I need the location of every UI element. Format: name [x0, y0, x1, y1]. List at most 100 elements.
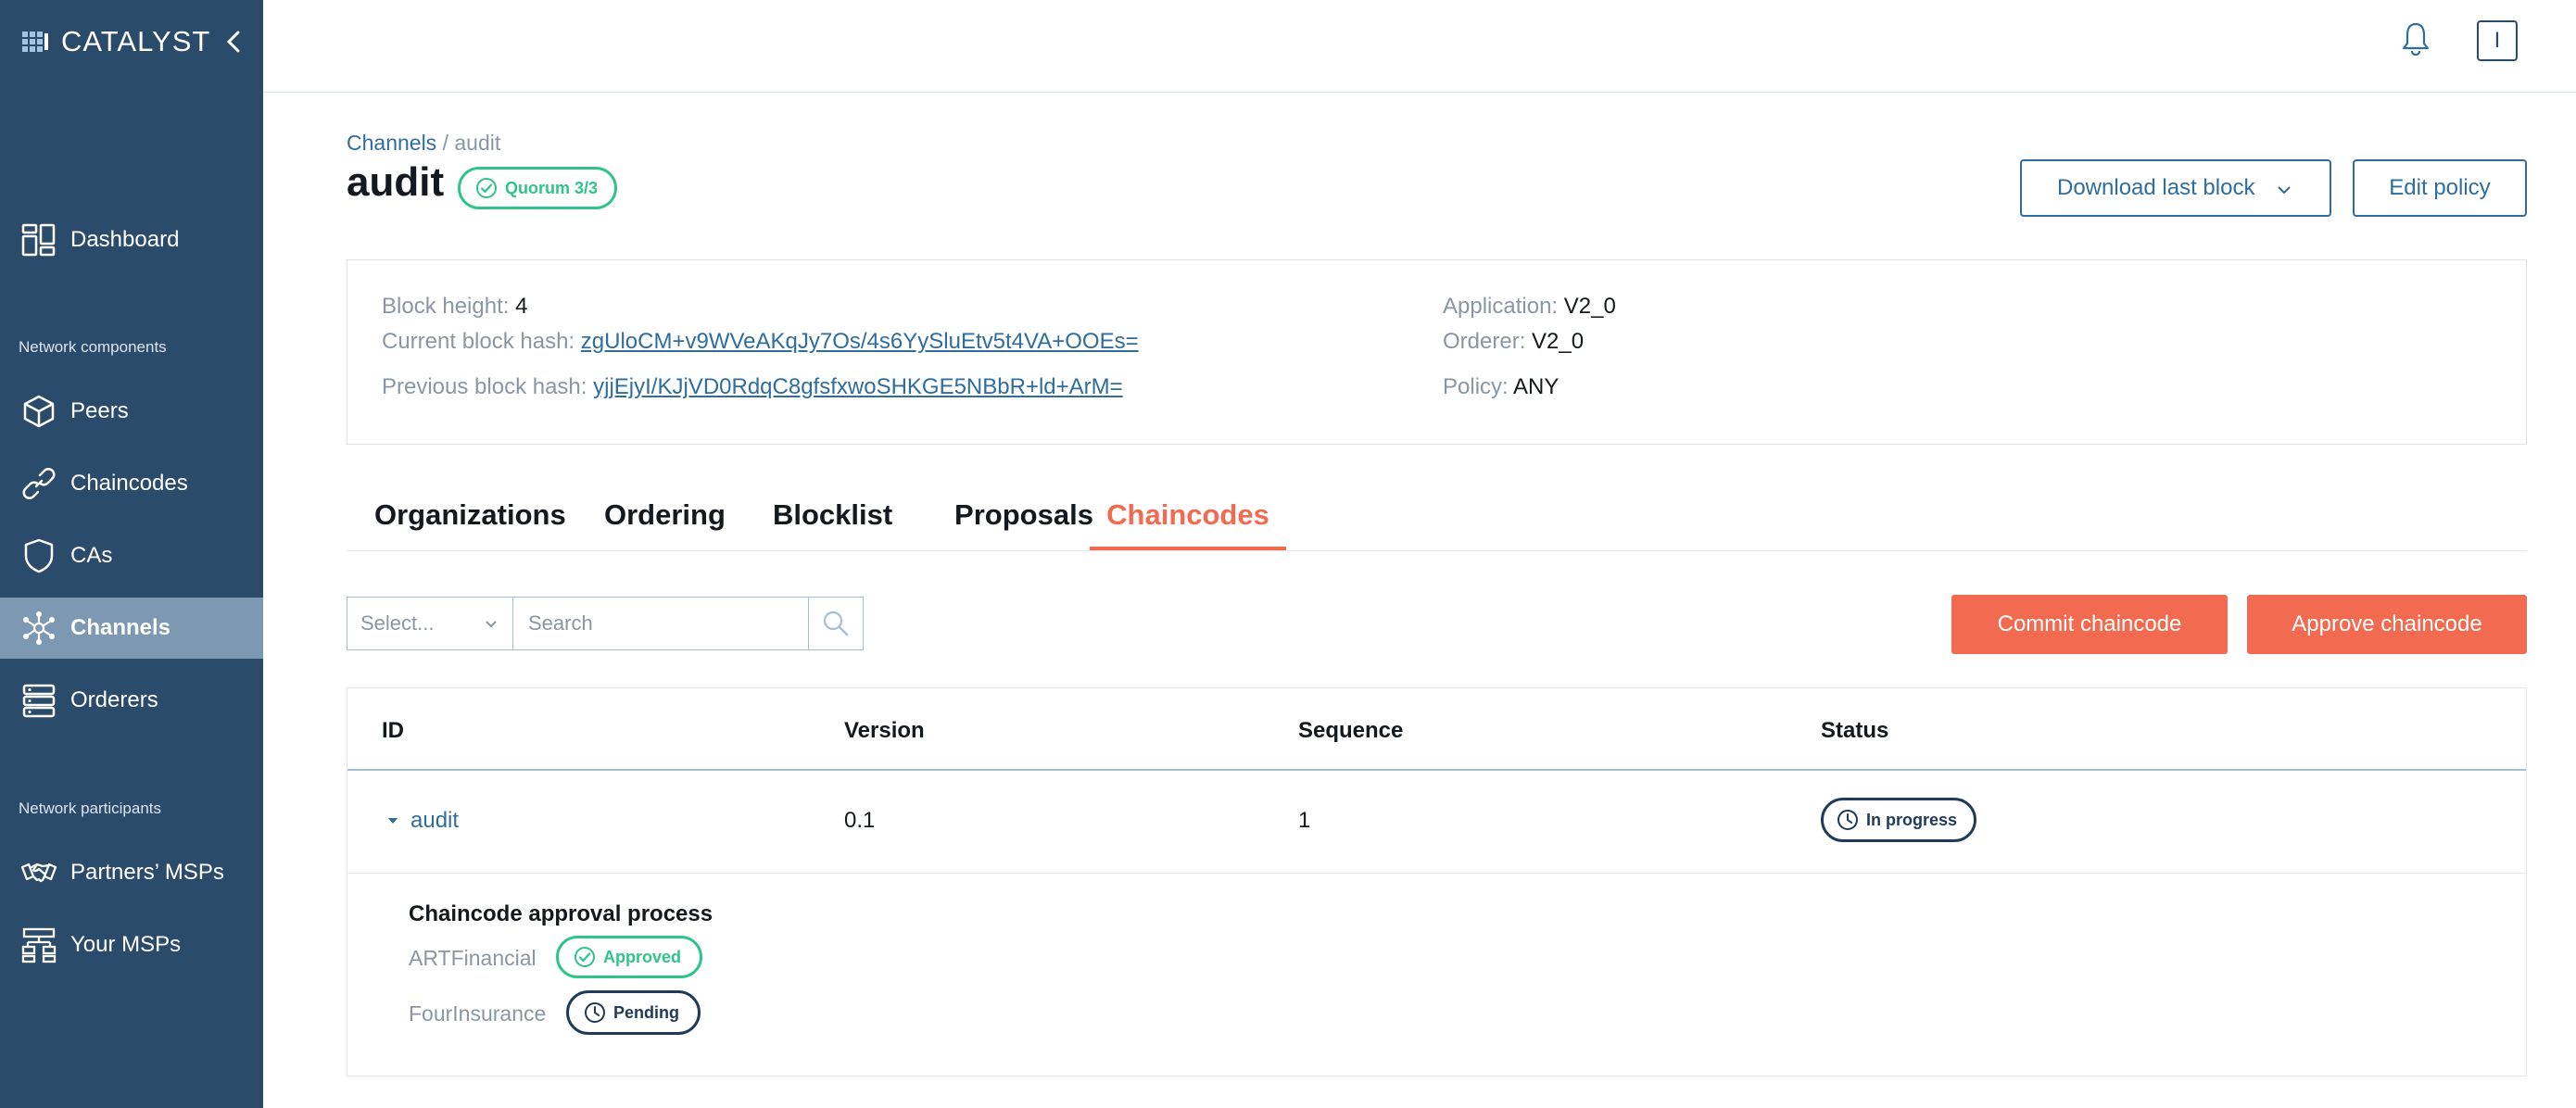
sidebar-item-label: Channels — [70, 615, 171, 640]
approval-title: Chaincode approval process — [409, 901, 713, 926]
block-height-row: Block height: 4 — [382, 294, 527, 320]
column-status[interactable]: Status — [1821, 718, 1888, 744]
previous-hash-row: Previous block hash: yjjEjyI/KJjVD0RdqC8… — [382, 374, 1123, 400]
sidebar-item-orderers[interactable]: Orderers — [0, 670, 263, 731]
status-badge: In progress — [1821, 798, 1977, 842]
sidebar-item-dashboard[interactable]: Dashboard — [0, 209, 263, 271]
quorum-badge: Quorum 3/3 — [458, 167, 618, 209]
tab-chaincodes[interactable]: Chaincodes — [1090, 498, 1286, 550]
sidebar-item-partners-msps[interactable]: Partners’ MSPs — [0, 842, 263, 903]
sidebar-item-label: CAs — [70, 543, 113, 568]
sidebar-item-label: Peers — [70, 398, 129, 423]
commit-chaincode-button[interactable]: Commit chaincode — [1951, 595, 2228, 654]
current-hash-link[interactable]: zgUloCM+v9WVeAKqJy7Os/4s6YySluEtv5t4VA+O… — [581, 329, 1139, 354]
org-chart-icon — [21, 927, 57, 963]
tab-ordering[interactable]: Ordering — [604, 498, 726, 550]
pending-badge: Pending — [566, 990, 701, 1035]
collapse-sidebar-button[interactable] — [221, 26, 248, 57]
breadcrumb: Channels / audit — [347, 131, 500, 156]
check-circle-icon — [575, 947, 595, 967]
column-id[interactable]: ID — [382, 718, 404, 744]
user-menu-button[interactable]: I — [2477, 20, 2518, 61]
policy-value: ANY — [1513, 374, 1559, 399]
table-row: audit 0.1 1 In progress — [347, 771, 2526, 874]
chaincode-version: 0.1 — [844, 808, 876, 833]
search-button[interactable] — [808, 597, 864, 650]
filter-select[interactable]: Select... — [347, 597, 513, 650]
edit-policy-button[interactable]: Edit policy — [2353, 159, 2527, 217]
approved-badge-label: Approved — [603, 947, 682, 966]
channel-tabs: Organizations Ordering Blocklist Proposa… — [347, 498, 2527, 551]
breadcrumb-separator: / — [436, 131, 455, 155]
quorum-badge-label: Quorum 3/3 — [505, 178, 599, 197]
tab-proposals[interactable]: Proposals — [937, 498, 1111, 550]
network-icon — [23, 611, 55, 645]
server-icon — [22, 684, 56, 718]
orderer-label: Orderer: — [1443, 329, 1526, 354]
application-label: Application: — [1443, 294, 1559, 319]
download-last-block-button[interactable]: Download last block — [2020, 159, 2331, 217]
column-version[interactable]: Version — [844, 718, 925, 744]
breadcrumb-channels-link[interactable]: Channels — [347, 131, 436, 155]
sidebar-item-chaincodes[interactable]: Chaincodes — [0, 453, 263, 514]
block-height-value: 4 — [515, 294, 528, 319]
org-name: ARTFinancial — [409, 946, 537, 970]
current-hash-row: Current block hash: zgUloCM+v9WVeAKqJy7O… — [382, 329, 1139, 355]
status-badge-label: In progress — [1866, 810, 1958, 829]
cube-icon — [23, 395, 55, 428]
block-height-label: Block height: — [382, 294, 510, 319]
sidebar-item-peers[interactable]: Peers — [0, 381, 263, 442]
previous-hash-label: Previous block hash: — [382, 374, 587, 399]
sidebar: CATALYST Dashboard Network components Pe… — [0, 0, 263, 1108]
sidebar-item-label: Your MSPs — [70, 932, 182, 957]
approve-chaincode-button[interactable]: Approve chaincode — [2247, 595, 2527, 654]
chevron-down-icon — [486, 621, 497, 628]
link-icon — [22, 468, 56, 499]
chevron-left-icon — [226, 31, 240, 53]
tab-organizations[interactable]: Organizations — [374, 498, 566, 550]
sidebar-item-label: Partners’ MSPs — [70, 860, 224, 885]
sidebar-item-cas[interactable]: CAs — [0, 525, 263, 586]
filter-select-value: Select... — [360, 611, 435, 635]
previous-hash-link[interactable]: yjjEjyI/KJjVD0RdqC8gfsfxwoSHKGE5NBbR+ld+… — [593, 374, 1123, 399]
column-sequence[interactable]: Sequence — [1298, 718, 1403, 744]
download-last-block-label: Download last block — [2057, 175, 2255, 200]
application-row: Application: V2_0 — [1443, 294, 1616, 320]
orderer-value: V2_0 — [1532, 329, 1585, 354]
current-hash-label: Current block hash: — [382, 329, 575, 354]
sidebar-item-your-msps[interactable]: Your MSPs — [0, 914, 263, 976]
sidebar-item-label: Orderers — [70, 687, 158, 712]
section-network-components: Network components — [19, 338, 167, 356]
chevron-down-icon — [2278, 186, 2291, 195]
bell-icon — [2402, 22, 2430, 57]
policy-label: Policy: — [1443, 374, 1509, 399]
clock-icon — [585, 1002, 605, 1023]
sidebar-item-label: Dashboard — [70, 227, 180, 252]
page-title: audit — [347, 159, 445, 205]
policy-row: Policy: ANY — [1443, 374, 1559, 400]
chaincodes-table: ID Version Sequence Status audit 0.1 1 I… — [347, 687, 2527, 1077]
edit-policy-label: Edit policy — [2389, 175, 2491, 200]
handshake-icon — [20, 862, 57, 883]
brand[interactable]: CATALYST — [20, 25, 211, 57]
search-input[interactable] — [512, 597, 809, 650]
breadcrumb-current: audit — [454, 131, 501, 155]
table-header: ID Version Sequence Status — [347, 688, 2526, 771]
catalyst-logo-icon — [22, 31, 48, 52]
dashboard-icon — [21, 223, 56, 257]
application-value: V2_0 — [1563, 294, 1616, 319]
check-circle-icon — [476, 178, 497, 198]
shield-icon — [24, 538, 54, 573]
chaincode-approval-panel: Chaincode approval process ARTFinancial … — [347, 874, 2526, 1076]
sidebar-item-channels[interactable]: Channels — [0, 598, 263, 659]
orderer-row: Orderer: V2_0 — [1443, 329, 1584, 355]
brand-name: CATALYST — [61, 25, 211, 57]
search-icon — [823, 611, 849, 636]
top-bar — [263, 0, 2576, 93]
org-name: FourInsurance — [409, 1001, 547, 1026]
chaincode-id: audit — [410, 808, 460, 833]
caret-down-icon — [388, 818, 398, 824]
tab-blocklist[interactable]: Blocklist — [773, 498, 892, 550]
row-expand-toggle[interactable]: audit — [386, 808, 459, 834]
notifications-button[interactable] — [2400, 20, 2431, 57]
